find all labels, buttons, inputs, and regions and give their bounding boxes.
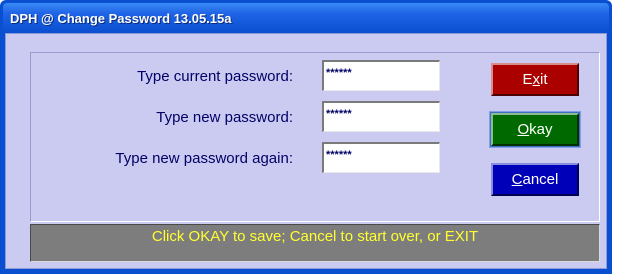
- password-form-panel: Type current password: ****** Type new p…: [30, 52, 600, 222]
- confirm-password-field[interactable]: ******: [322, 142, 440, 173]
- exit-button[interactable]: Exit: [491, 63, 579, 96]
- current-password-field[interactable]: ******: [322, 60, 440, 91]
- status-message-bar: Click OKAY to save; Cancel to start over…: [30, 224, 600, 262]
- change-password-window: DPH @ Change Password 13.05.15a Type cur…: [0, 0, 612, 274]
- okay-label-end: kay: [529, 121, 553, 138]
- dialog-client-area: Type current password: ****** Type new p…: [5, 33, 607, 269]
- okay-button[interactable]: Okay: [490, 112, 580, 147]
- cancel-accelerator: C: [511, 171, 523, 188]
- current-password-label: Type current password:: [137, 68, 293, 85]
- title-bar[interactable]: DPH @ Change Password 13.05.15a: [3, 3, 609, 33]
- exit-label-end: it: [540, 71, 548, 88]
- exit-accelerator: x: [532, 71, 541, 88]
- exit-label-start: E: [522, 71, 533, 88]
- confirm-password-label: Type new password again:: [115, 150, 293, 167]
- new-password-label: Type new password:: [156, 109, 293, 126]
- new-password-field[interactable]: ******: [322, 101, 440, 132]
- okay-accelerator: O: [517, 121, 530, 138]
- cancel-button[interactable]: Cancel: [491, 163, 579, 196]
- cancel-label-end: ancel: [522, 171, 559, 188]
- window-title: DPH @ Change Password 13.05.15a: [10, 11, 232, 26]
